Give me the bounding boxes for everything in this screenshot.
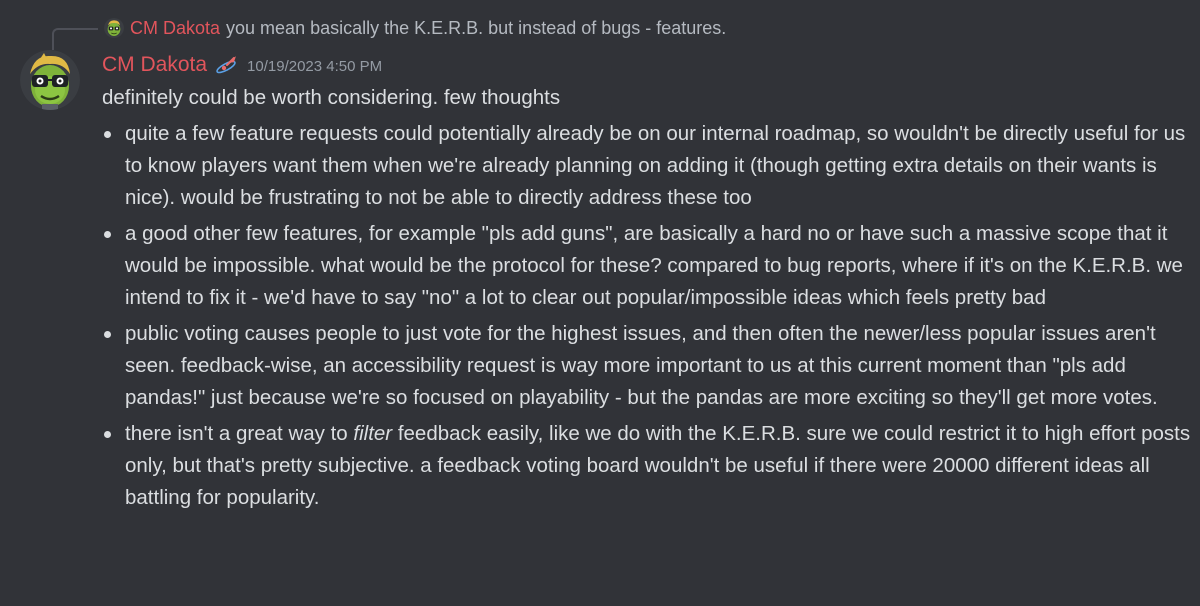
reply-avatar[interactable]	[104, 18, 124, 38]
emphasis-text: filter	[353, 422, 393, 445]
message-intro: definitely could be worth considering. f…	[102, 86, 561, 109]
author-name[interactable]: CM Dakota	[102, 53, 207, 77]
bullet-list: quite a few feature requests could poten…	[102, 118, 1192, 514]
timestamp: 10/19/2023 4:50 PM	[247, 58, 383, 75]
reply-author[interactable]: CM Dakota	[130, 18, 220, 39]
message-content: definitely could be worth considering. f…	[102, 82, 1192, 518]
bullet-item: a good other few features, for example "…	[102, 218, 1192, 314]
message-header: CM Dakota 10/19/2023 4:50 PM	[102, 51, 382, 79]
reply-text[interactable]: you mean basically the K.E.R.B. but inst…	[226, 18, 726, 39]
bullet-text-before: there isn't a great way to	[125, 422, 354, 445]
kerbal-avatar-icon	[20, 50, 80, 110]
avatar[interactable]	[20, 50, 80, 110]
bullet-item: quite a few feature requests could poten…	[102, 118, 1192, 214]
planet-rocket-icon[interactable]	[215, 53, 239, 77]
chat-message: CM Dakota you mean basically the K.E.R.B…	[0, 0, 1200, 606]
bullet-item: there isn't a great way to filter feedba…	[102, 418, 1192, 514]
reply-connector	[52, 28, 98, 50]
bullet-item: public voting causes people to just vote…	[102, 318, 1192, 414]
reply-preview[interactable]: CM Dakota you mean basically the K.E.R.B…	[104, 16, 726, 40]
kerbal-avatar-icon	[104, 18, 124, 38]
